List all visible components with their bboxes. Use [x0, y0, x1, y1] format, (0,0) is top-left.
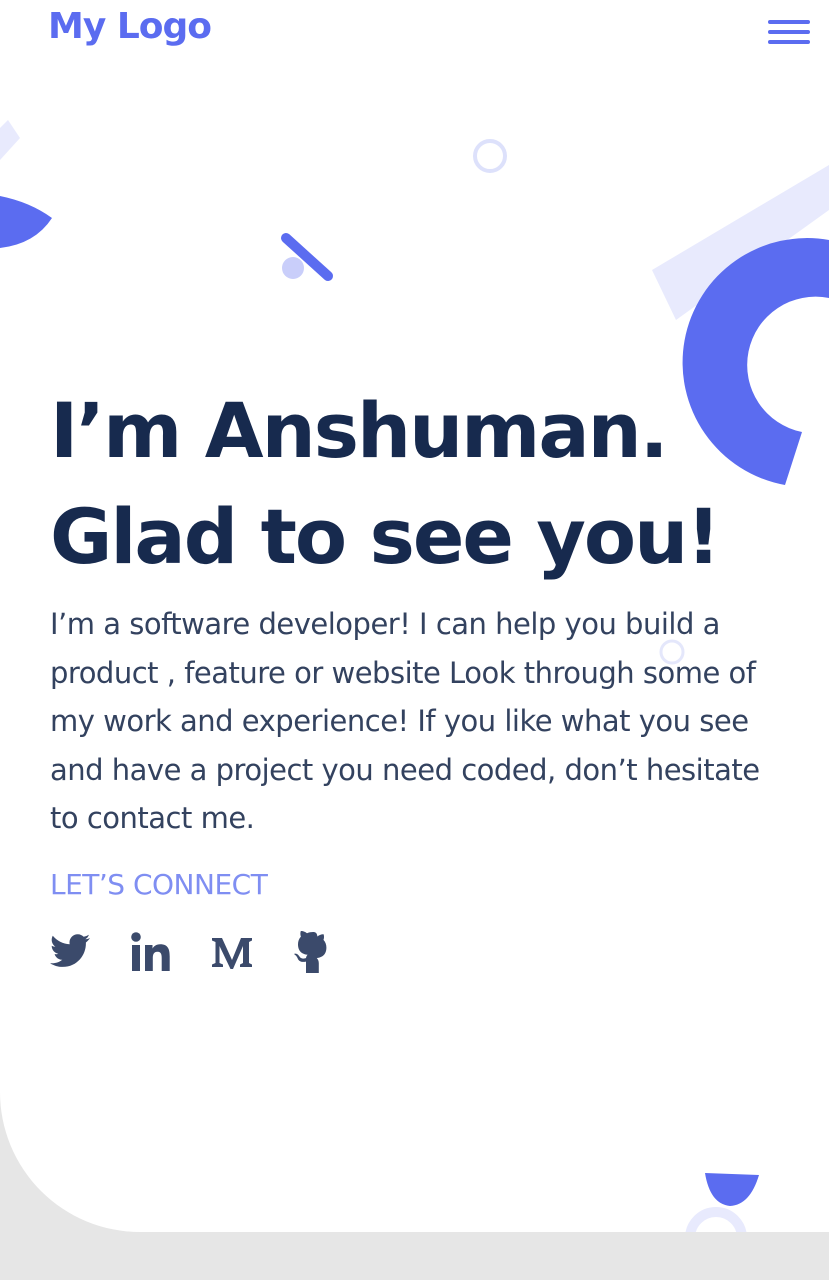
- medium-icon: [212, 938, 252, 969]
- deco-half-disc-bottom: [705, 1173, 759, 1206]
- menu-bar-bottom: [768, 40, 810, 44]
- medium-link[interactable]: [210, 929, 254, 975]
- headline-line-2: Glad to see you!: [50, 492, 721, 581]
- hero-headline: I’m Anshuman. Glad to see you!: [50, 378, 810, 590]
- social-links: [48, 928, 372, 976]
- site-logo[interactable]: My Logo: [48, 6, 212, 47]
- hero-card: My Logo I’m Anshuman. Glad to see you! I…: [0, 0, 829, 1232]
- lets-connect-label: LET’S CONNECT: [50, 868, 268, 901]
- hero-intro-text: I’m a software developer! I can help you…: [50, 607, 760, 835]
- github-icon: [294, 930, 327, 973]
- linkedin-link[interactable]: [129, 929, 173, 975]
- github-link[interactable]: [291, 929, 335, 975]
- deco-half-disc-left: [0, 196, 52, 248]
- deco-small-ring: [473, 139, 507, 173]
- hamburger-menu-icon[interactable]: [768, 20, 810, 50]
- twitter-link[interactable]: [48, 929, 92, 975]
- twitter-icon: [50, 934, 90, 967]
- menu-bar-middle: [768, 30, 810, 34]
- deco-dot: [282, 257, 304, 279]
- headline-line-1: I’m Anshuman.: [50, 386, 669, 475]
- menu-bar-top: [768, 20, 810, 24]
- linkedin-icon: [131, 932, 170, 971]
- deco-ring-bottom: [685, 1207, 747, 1232]
- deco-light-bar-left: [0, 120, 20, 160]
